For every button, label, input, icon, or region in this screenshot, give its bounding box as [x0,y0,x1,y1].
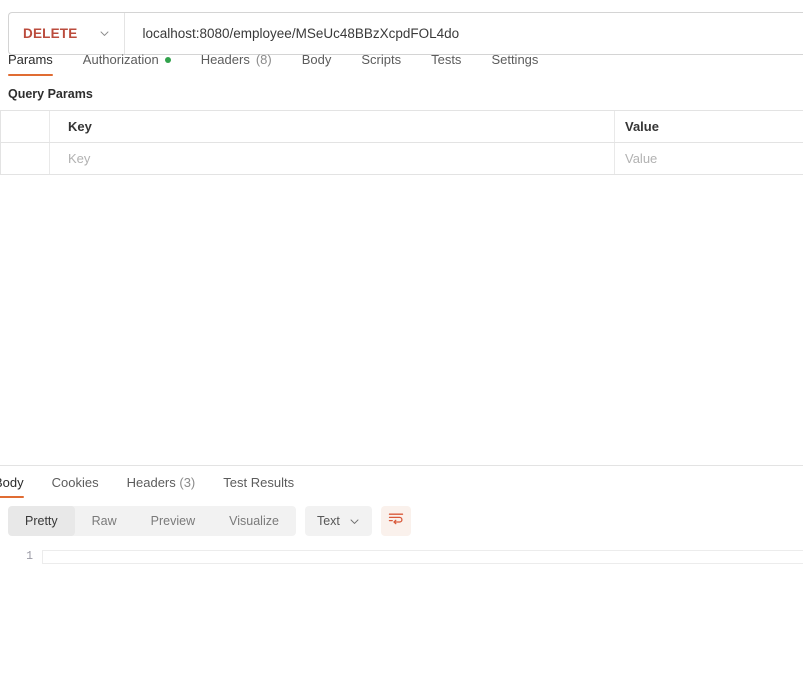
code-line[interactable] [42,550,803,564]
view-mode-pretty[interactable]: Pretty [8,506,75,536]
tab-headers-label: Headers [200,52,250,67]
response-tab-body-label: Body [0,475,24,490]
tab-params-label: Params [8,52,53,67]
row-key-input[interactable]: Key [50,143,615,174]
response-body-content[interactable] [42,548,803,564]
word-wrap-toggle-button[interactable] [380,506,411,536]
response-tab-test-results[interactable]: Test Results [209,475,308,498]
http-method-label: DELETE [23,26,78,41]
header-checkbox-cell [0,111,50,142]
view-mode-visualize[interactable]: Visualize [212,506,296,536]
tab-authorization-label: Authorization [82,52,159,67]
word-wrap-icon [388,511,404,532]
row-key-placeholder: Key [68,151,91,166]
tab-tests-label: Tests [431,52,462,67]
tab-headers-count: (8) [255,52,272,67]
tab-scripts-label: Scripts [361,52,402,67]
chevron-down-icon [349,516,360,527]
response-body-editor[interactable]: 1 [0,544,803,627]
tab-tests[interactable]: Tests [416,52,476,76]
tab-headers[interactable]: Headers (8) [186,52,287,76]
tab-settings-label: Settings [491,52,539,67]
header-value-cell: Value [625,119,659,134]
postman-request-response-view: DELETE localhost:8080/employee/MSeUc48BB… [0,0,803,687]
row-value-placeholder: Value [625,151,658,166]
authorization-status-dot-icon [164,56,171,63]
query-params-empty-space [0,175,803,465]
header-key-cell: Key [50,111,615,142]
response-view-mode-group: Pretty Raw Preview Visualize [8,506,296,536]
table-row: Key Value [0,143,803,174]
response-tab-cookies-label: Cookies [51,475,99,490]
table-header-row: Key Value [0,111,803,143]
query-params-title: Query Params [8,87,93,101]
response-pane: Body Cookies Headers (3) Test Results Pr… [0,465,803,687]
chevron-down-icon [99,28,110,39]
response-toolbar: Pretty Raw Preview Visualize Text [0,498,803,544]
response-body-empty-space [0,626,803,687]
view-mode-raw[interactable]: Raw [75,506,134,536]
request-tabs: Params Authorization Headers (8) Body Sc… [0,43,803,76]
row-checkbox[interactable] [0,143,50,174]
tab-body-label: Body [301,52,332,67]
tab-scripts[interactable]: Scripts [346,52,416,76]
response-tab-headers-count: (3) [179,475,196,490]
query-params-table: Key Value Key Value [0,110,803,175]
response-tabs: Body Cookies Headers (3) Test Results [0,466,803,498]
response-tab-headers-label: Headers [126,475,176,490]
line-number: 1 [26,550,33,563]
tab-authorization[interactable]: Authorization [68,52,186,76]
query-params-section: Query Params Key Value Key Value [0,76,803,465]
response-tab-headers[interactable]: Headers (3) [113,475,210,498]
view-mode-preview[interactable]: Preview [134,506,212,536]
row-value-input[interactable]: Value [615,143,803,174]
response-tab-test-results-label: Test Results [223,475,295,490]
line-number-gutter: 1 [0,548,42,566]
tab-settings[interactable]: Settings [476,52,553,76]
response-tab-body[interactable]: Body [0,475,38,498]
response-format-label: Text [316,514,340,528]
tab-params[interactable]: Params [0,52,68,76]
url-bar-container: DELETE localhost:8080/employee/MSeUc48BB… [0,0,803,55]
response-format-dropdown[interactable]: Text [304,506,372,536]
tab-body[interactable]: Body [287,52,347,76]
response-tab-cookies[interactable]: Cookies [38,475,113,498]
